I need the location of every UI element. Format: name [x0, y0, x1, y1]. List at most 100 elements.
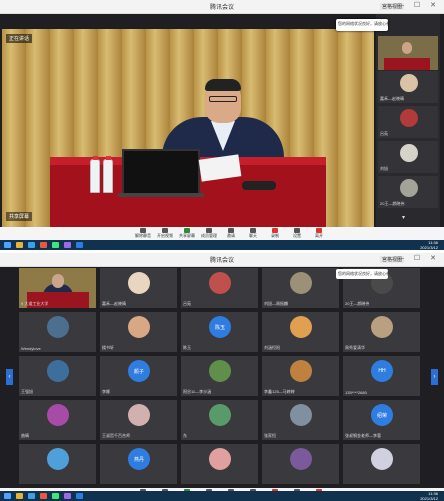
- app-icon[interactable]: [40, 493, 47, 499]
- participant-tile[interactable]: 陈玉 陈玉: [180, 311, 259, 353]
- title-bar: 腾讯会议 宫格视图 — ☐ ✕: [0, 253, 444, 267]
- avatar: [371, 316, 393, 338]
- participant-name: 吕苑: [380, 131, 388, 136]
- avatar: 燕丹: [128, 448, 150, 470]
- taskbar-clock: 11:36 2021/3/12: [420, 240, 438, 250]
- avatar: [209, 404, 231, 426]
- avatar: [128, 316, 150, 338]
- participant-name: 20王—颜晓伟: [380, 201, 405, 206]
- network-notice: 您的网络状况良好，请放心参会: [336, 269, 388, 279]
- participant-name: 吕苑: [183, 301, 191, 306]
- share-indicator[interactable]: 共享屏幕: [6, 212, 33, 221]
- window-title: 腾讯会议: [209, 258, 234, 264]
- avatar: HH: [371, 360, 393, 382]
- app-icon[interactable]: [64, 242, 71, 248]
- participant-name: 楼书轩: [102, 345, 114, 350]
- avatar: 颜子: [128, 360, 150, 382]
- avatar: [400, 144, 418, 162]
- participant-name: 刘旭—周振麟: [264, 301, 288, 306]
- meeting-app-icon[interactable]: [76, 493, 83, 499]
- participant-name: 王强旭: [21, 389, 33, 394]
- speaker-glasses: [209, 96, 237, 102]
- side-participant-tile[interactable]: 20王—颜晓伟: [378, 176, 438, 208]
- participant-tile[interactable]: 刘旭—周振麟: [261, 267, 340, 309]
- app-icon[interactable]: [40, 242, 47, 248]
- start-icon[interactable]: [4, 242, 11, 248]
- next-page-button[interactable]: ›: [431, 369, 438, 385]
- participant-tile[interactable]: 9 大道工业大学: [18, 267, 97, 309]
- side-participant-tile[interactable]: 刘旭: [378, 141, 438, 173]
- folder-icon[interactable]: [16, 242, 23, 248]
- laptop: [122, 149, 200, 195]
- participant-name: 张叔钢金老师—李蓉: [345, 433, 381, 438]
- side-tile-video[interactable]: [378, 36, 438, 70]
- participant-tile[interactable]: [180, 443, 259, 485]
- participant-name: 王淑哲千百合师: [102, 433, 130, 438]
- browser-icon[interactable]: [28, 493, 35, 499]
- microphone: [242, 181, 276, 190]
- participant-tile[interactable]: Wendylove: [18, 311, 97, 353]
- clock-date: 2021/3/12: [420, 496, 438, 501]
- toolbar-button-label: 离开: [315, 233, 323, 238]
- participant-tile[interactable]: 周秀爱清华: [342, 311, 421, 353]
- meeting-gallery-view: 腾讯会议 宫格视图 — ☐ ✕ 9 大道工业大学 嘉禾—赵晓晴 吕苑 刘旭—周振麟 20…: [0, 253, 444, 501]
- participant-name: 李娜: [102, 389, 110, 394]
- prev-page-button[interactable]: ‹: [6, 369, 13, 385]
- avatar: 绍荣: [371, 404, 393, 426]
- participant-tile[interactable]: 吕苑: [180, 267, 259, 309]
- avatar: [209, 448, 231, 470]
- avatar: [47, 316, 69, 338]
- participant-tile[interactable]: 王强旭: [18, 355, 97, 397]
- browser-icon[interactable]: [28, 242, 35, 248]
- side-participant-tile[interactable]: 嘉禾—赵晓晴: [378, 71, 438, 103]
- participant-tile[interactable]: 刘涵恒阳: [261, 311, 340, 353]
- taskbar-clock: 11:36 2021/3/12: [420, 491, 438, 501]
- avatar: [400, 74, 418, 92]
- participant-tile[interactable]: HH 135****2680: [342, 355, 421, 397]
- window-controls[interactable]: — ☐ ✕: [397, 254, 440, 262]
- participant-tile[interactable]: 李鑫125—马婷婷: [261, 355, 340, 397]
- participant-tile[interactable]: 颜子李娜: [99, 355, 178, 397]
- title-bar: 腾讯会议 宫格视图 — ☐ ✕: [0, 0, 444, 14]
- avatar: [209, 272, 231, 294]
- avatar: [400, 109, 418, 127]
- avatar: [47, 360, 69, 382]
- participant-tile[interactable]: 东: [180, 399, 259, 441]
- window-controls[interactable]: — ☐ ✕: [397, 1, 440, 9]
- participant-tile[interactable]: [18, 443, 97, 485]
- meeting-app-icon[interactable]: [76, 242, 83, 248]
- windows-taskbar: 11:36 2021/3/12: [0, 491, 444, 501]
- participant-name: 陈玉: [183, 345, 191, 350]
- participant-tile[interactable]: 嘉禾—赵晓晴: [99, 267, 178, 309]
- participant-tile[interactable]: 绍荣张叔钢金老师—李蓉: [342, 399, 421, 441]
- participant-tile[interactable]: [342, 443, 421, 485]
- chevron-down-icon[interactable]: ▾: [402, 214, 405, 221]
- folder-icon[interactable]: [16, 493, 23, 499]
- participant-tile[interactable]: [261, 443, 340, 485]
- participant-name: 刘旭: [380, 166, 388, 171]
- avatar: [47, 448, 69, 470]
- app-icon[interactable]: [64, 493, 71, 499]
- avatar: [290, 448, 312, 470]
- participant-name: 曲晴: [21, 433, 29, 438]
- participant-tile[interactable]: 张家恒: [261, 399, 340, 441]
- participant-tile[interactable]: 燕丹: [99, 443, 178, 485]
- participant-name: 周秀爱清华: [345, 345, 365, 350]
- video-feed-part: [52, 274, 64, 288]
- participant-tile[interactable]: 王淑哲千百合师: [99, 399, 178, 441]
- app-icon[interactable]: [52, 493, 59, 499]
- toolbar-button[interactable]: 离开: [306, 228, 332, 239]
- app-icon[interactable]: [52, 242, 59, 248]
- windows-taskbar: 11:36 2021/3/12: [0, 240, 444, 250]
- start-icon[interactable]: [4, 493, 11, 499]
- speaker-hair: [205, 79, 241, 91]
- participant-tile[interactable]: 楼书轩: [99, 311, 178, 353]
- side-participant-tile[interactable]: 吕苑: [378, 106, 438, 138]
- avatar: [400, 179, 418, 197]
- participant-name: 李鑫125—马婷婷: [264, 389, 295, 394]
- participant-name: 阳谷11—李沙涵: [183, 389, 212, 394]
- avatar: [290, 360, 312, 382]
- avatar: [128, 272, 150, 294]
- participant-tile[interactable]: 曲晴: [18, 399, 97, 441]
- participant-tile[interactable]: 阳谷11—李沙涵: [180, 355, 259, 397]
